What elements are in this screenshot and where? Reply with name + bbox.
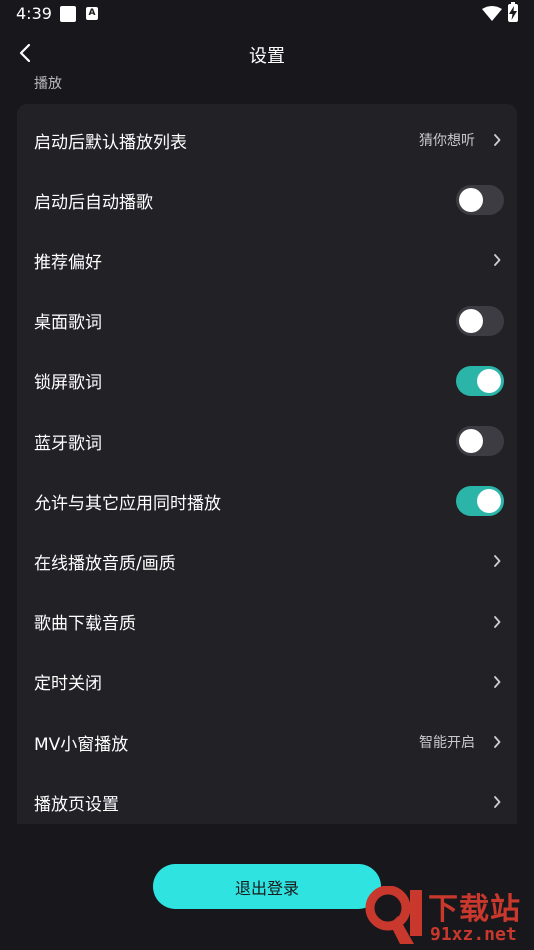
toggle-knob (459, 308, 483, 333)
watermark-brand: 下载站 (428, 892, 521, 927)
settings-row-label: 播放页设置 (34, 794, 119, 815)
settings-row[interactable]: 启动后默认播放列表 猜你想听 (17, 110, 517, 170)
settings-row[interactable]: MV小窗播放 智能开启 (17, 712, 517, 772)
chevron-right-icon (494, 134, 501, 146)
toggle-switch[interactable] (456, 185, 504, 216)
notification-icon (60, 6, 76, 22)
wifi-icon (482, 6, 502, 21)
settings-row-label: 启动后自动播歌 (34, 192, 153, 213)
settings-row[interactable]: 播放页设置 (17, 772, 517, 832)
settings-row-label: 推荐偏好 (34, 252, 102, 273)
chevron-right-icon (494, 736, 501, 748)
toggle-switch[interactable] (456, 305, 504, 336)
status-time: 4:39 (16, 4, 52, 23)
chevron-right-icon (494, 254, 501, 267)
settings-row-label: 蓝牙歌词 (34, 433, 102, 454)
watermark: 下载站 91xz.net (360, 880, 534, 950)
chevron-right-icon (494, 675, 501, 688)
toggle-switch[interactable] (456, 365, 504, 396)
logout-button[interactable]: 退出登录 (153, 864, 381, 909)
settings-row[interactable]: 锁屏歌词 (17, 351, 517, 411)
settings-row-label: MV小窗播放 (34, 734, 129, 755)
settings-row-label: 允许与其它应用同时播放 (34, 493, 221, 514)
settings-row-label: 锁屏歌词 (34, 373, 102, 394)
watermark-url: 91xz.net (430, 924, 517, 945)
status-bar: 4:39 A (0, 0, 534, 28)
settings-row-value: 智能开启 (419, 735, 475, 751)
settings-row-label: 启动后默认播放列表 (34, 132, 187, 153)
page-title: 设置 (249, 46, 285, 67)
settings-row[interactable]: 推荐偏好 (17, 230, 517, 290)
settings-row-label: 定时关闭 (34, 674, 102, 695)
settings-row[interactable]: 蓝牙歌词 (17, 411, 517, 471)
chevron-right-icon (494, 555, 501, 568)
settings-row-label: 在线播放音质/画质 (34, 553, 176, 574)
settings-row-label: 歌曲下载音质 (34, 614, 136, 635)
settings-row[interactable]: 启动后自动播歌 (17, 170, 517, 230)
watermark-logo-icon (365, 886, 422, 944)
toggle-knob (477, 368, 501, 393)
settings-row[interactable]: 允许与其它应用同时播放 (17, 471, 517, 531)
settings-row-label: 桌面歌词 (34, 313, 102, 334)
nav-bar: 设置 (0, 34, 534, 72)
settings-row[interactable]: 在线播放音质/画质 (17, 531, 517, 591)
battery-icon (508, 2, 518, 22)
chevron-right-icon (494, 615, 501, 628)
settings-row[interactable]: 桌面歌词 (17, 291, 517, 351)
toggle-switch[interactable] (456, 426, 504, 456)
app-notification-icon: A (86, 7, 98, 20)
settings-row[interactable]: 定时关闭 (17, 652, 517, 712)
section-label: 播放 (34, 76, 62, 92)
settings-row[interactable]: 歌曲下载音质 (17, 592, 517, 652)
chevron-right-icon (494, 796, 501, 809)
settings-card: 启动后默认播放列表 猜你想听启动后自动播歌 推荐偏好桌面歌词锁屏歌词蓝牙歌词允许与其… (17, 104, 517, 824)
toggle-knob (459, 188, 483, 213)
charging-bolt-icon (509, 6, 517, 20)
toggle-switch[interactable] (456, 486, 504, 517)
toggle-knob (459, 429, 483, 453)
settings-row-value: 猜你想听 (419, 133, 475, 149)
toggle-knob (477, 489, 501, 514)
